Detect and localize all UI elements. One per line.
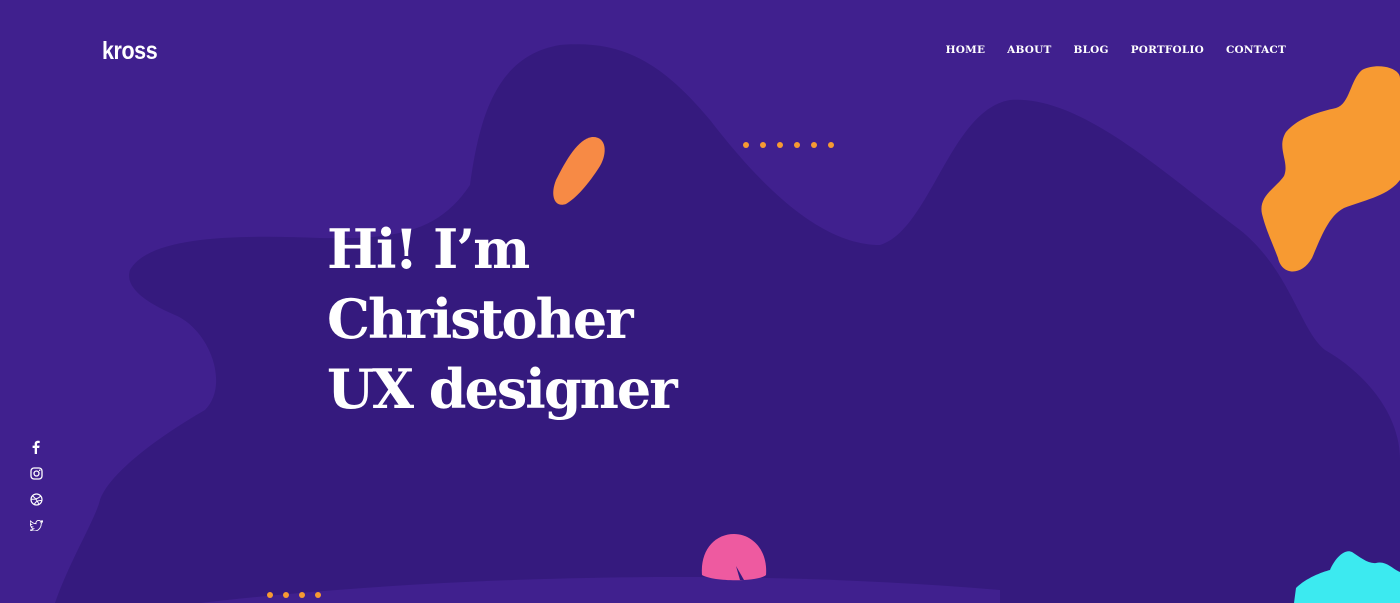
nav-item-portfolio[interactable]: PORTFOLIO (1131, 44, 1204, 56)
dot (794, 142, 800, 148)
headline-line-role: UX designer (327, 357, 678, 421)
dot (283, 592, 289, 598)
headline-line-greeting: Hi! I’m (327, 217, 530, 281)
dribbble-icon[interactable] (28, 491, 44, 507)
twitter-icon[interactable] (28, 517, 44, 533)
instagram-icon[interactable] (28, 465, 44, 481)
dot (315, 592, 321, 598)
headline-line-name: Christoher (327, 287, 634, 351)
logo[interactable]: kross (102, 37, 158, 66)
nav-item-contact[interactable]: CONTACT (1226, 44, 1286, 56)
dot (743, 142, 749, 148)
dot (777, 142, 783, 148)
dot (299, 592, 305, 598)
orange-dots-top (743, 142, 834, 148)
nav-item-home[interactable]: HOME (946, 44, 986, 56)
nav-item-blog[interactable]: BLOG (1074, 44, 1109, 56)
background-decoration (55, 44, 1400, 603)
hero-section: kross HOME ABOUT BLOG PORTFOLIO CONTACT … (0, 0, 1400, 603)
hero-headline: Hi! I’m Christoher UX designer (327, 214, 678, 424)
dot (828, 142, 834, 148)
dot (760, 142, 766, 148)
main-nav: HOME ABOUT BLOG PORTFOLIO CONTACT (946, 44, 1286, 56)
orange-splash-shape (1261, 66, 1400, 272)
facebook-icon[interactable] (28, 439, 44, 455)
nav-item-about[interactable]: ABOUT (1007, 44, 1051, 56)
social-links (28, 439, 44, 533)
background-blob-shape (55, 44, 1400, 603)
dot (811, 142, 817, 148)
dot (267, 592, 273, 598)
